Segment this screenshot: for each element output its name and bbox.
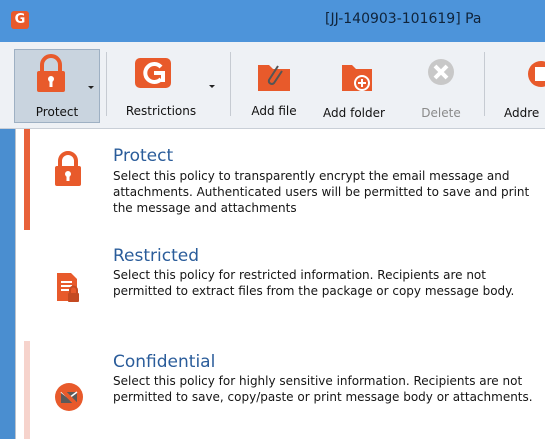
policy-description: Select this policy for highly sensitive …: [113, 374, 533, 404]
delete-button-label: Delete: [421, 106, 461, 120]
ribbon-toolbar: Protect Restrictions Add file Add folder: [0, 42, 545, 129]
restrictions-button[interactable]: Restrictions: [112, 49, 224, 121]
lock-icon: [37, 54, 65, 92]
restricted-document-icon: [57, 273, 79, 302]
policy-description: Select this policy to transparently encr…: [113, 169, 530, 215]
policy-description: Select this policy for restricted inform…: [113, 268, 515, 298]
delete-icon: [428, 59, 454, 85]
protect-button[interactable]: Protect: [14, 49, 100, 123]
selection-indicator: [24, 129, 30, 230]
policy-name: Protect: [113, 146, 174, 166]
chevron-down-icon[interactable]: [88, 86, 94, 89]
policy-dropdown-menu: Protect Select this policy to transparen…: [15, 129, 545, 439]
policy-name: Restricted: [113, 246, 200, 266]
add-folder-button[interactable]: Add folder: [312, 49, 396, 121]
restrictions-icon: [135, 58, 171, 88]
protect-button-label: Protect: [35, 105, 79, 119]
folder-add-icon: [342, 65, 372, 91]
delete-button[interactable]: Delete: [412, 49, 470, 121]
folder-paperclip-icon: [258, 65, 290, 91]
ribbon-separator: [484, 52, 485, 116]
restrictions-button-label: Restrictions: [125, 104, 197, 118]
policy-item-protect[interactable]: Protect Select this policy to transparen…: [16, 129, 545, 230]
no-envelope-icon: [55, 383, 83, 411]
add-file-button-label: Add file: [251, 104, 297, 118]
policy-item-confidential[interactable]: Confidential Select this policy for high…: [16, 341, 545, 439]
app-logo-icon[interactable]: G: [11, 11, 29, 29]
selection-indicator: [24, 341, 30, 439]
add-folder-button-label: Add folder: [323, 106, 385, 120]
chevron-down-icon[interactable]: [209, 85, 215, 88]
ribbon-separator: [106, 52, 107, 116]
ribbon-separator: [230, 52, 231, 116]
address-book-button-label: Addre: [504, 106, 540, 120]
add-file-button[interactable]: Add file: [240, 49, 308, 121]
window-title: [JJ-140903-101619] Pa: [325, 11, 482, 27]
policy-name: Confidential: [113, 352, 216, 372]
policy-item-restricted[interactable]: Restricted Select this policy for restri…: [16, 232, 545, 338]
address-book-icon: [528, 61, 545, 87]
address-book-button[interactable]: Addre: [496, 49, 545, 121]
title-bar: G [JJ-140903-101619] Pa: [0, 0, 545, 42]
lock-icon: [55, 151, 81, 186]
